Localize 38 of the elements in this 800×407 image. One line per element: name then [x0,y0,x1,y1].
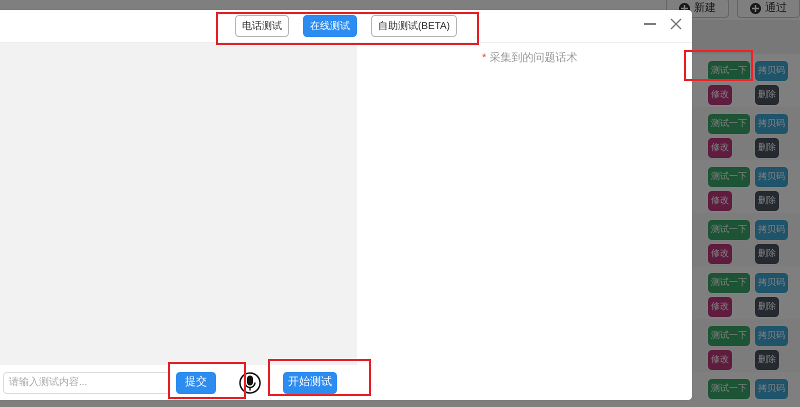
submit-button[interactable]: 提交 [176,372,216,394]
row-action-button[interactable]: 测试一下 [708,114,750,134]
close-icon[interactable] [670,18,682,30]
collected-label: * 采集到的问题话术 [482,52,578,64]
row-action-button[interactable]: 拷贝码 [755,220,788,240]
tab[interactable]: 自助测试(BETA) [370,15,458,37]
row-action-button[interactable]: 修改 [708,138,732,158]
row-action-button[interactable]: 删除 [755,138,779,158]
tab[interactable]: 电话测试 [234,15,289,37]
toolbar-button[interactable]: 通过 [737,0,800,18]
row-action-button[interactable]: 拷贝码 [755,273,788,293]
row-action-button[interactable]: 修改 [708,297,732,317]
tab[interactable]: 在线测试 [302,15,357,37]
row-action-button[interactable]: 修改 [708,350,732,370]
row-action-button[interactable]: 删除 [755,191,779,211]
row-action-button[interactable]: 修改 [708,244,732,264]
start-test-button[interactable]: 开始测试 [283,372,337,394]
row-action-button[interactable]: 拷贝码 [755,326,788,346]
row-action-button[interactable]: 测试一下 [708,220,750,240]
row-action-button[interactable]: 删除 [755,244,779,264]
row-action-button[interactable]: 测试一下 [708,326,750,346]
row-action-button[interactable]: 测试一下 [708,379,750,399]
test-input-field[interactable]: 请输入测试内容... [3,372,170,394]
row-action-button[interactable]: 测试一下 [708,273,750,293]
row-action-button[interactable]: 修改 [708,191,732,211]
microphone-icon[interactable] [239,372,261,394]
row-action-button[interactable]: 修改 [708,85,732,105]
row-action-button[interactable]: 删除 [755,297,779,317]
highlight-frame [684,50,753,81]
row-action-button[interactable]: 删除 [755,85,779,105]
row-action-button[interactable]: 删除 [755,350,779,370]
row-action-button[interactable]: 测试一下 [708,61,750,81]
row-action-button[interactable]: 拷贝码 [755,379,788,399]
row-action-button[interactable]: 拷贝码 [755,61,788,81]
plus-icon [750,2,761,14]
row-action-button[interactable]: 测试一下 [708,167,750,187]
row-action-button[interactable]: 拷贝码 [755,114,788,134]
row-action-button[interactable]: 拷贝码 [755,167,788,187]
